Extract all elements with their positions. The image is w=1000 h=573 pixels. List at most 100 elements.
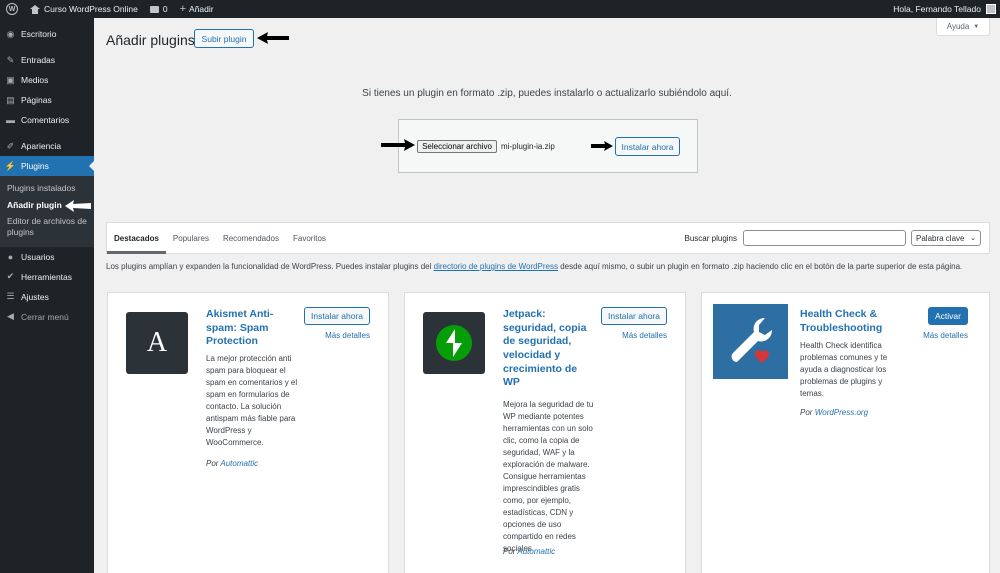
jetpack-bolt-icon <box>436 325 472 361</box>
akismet-logo-letter: A <box>146 327 168 358</box>
search-area: Buscar plugins Palabra clave ⌄ <box>685 230 989 246</box>
greeting: Hola, Fernando Tellado <box>893 4 981 14</box>
collapse-menu-button[interactable]: ◀ Cerrar menú <box>0 307 94 327</box>
plugin-author: Por Automattic <box>503 547 555 556</box>
sidebar-item-usuarios[interactable]: ● Usuarios <box>0 247 94 267</box>
plugin-icon: ⚡ <box>4 160 17 171</box>
collapse-icon: ◀ <box>7 311 14 321</box>
page-title: Añadir plugins <box>106 32 195 48</box>
intro-text: Los plugins amplían y expanden la funcio… <box>106 261 986 273</box>
more-details-link[interactable]: Más detalles <box>325 331 370 340</box>
plugin-description: Mejora la seguridad de tu WP mediante po… <box>503 400 594 553</box>
sidebar-item-medios[interactable]: ▣ Medios <box>0 70 94 90</box>
plugin-name[interactable]: Jetpack: seguridad, copia de seguridad, … <box>503 308 593 390</box>
akismet-logo-icon: A <box>126 312 188 374</box>
admin-bar: W Curso WordPress Online 0 + Añadir Hola,… <box>0 0 1000 18</box>
submenu-item-editor[interactable]: Editor de archivos de plugins <box>0 213 94 240</box>
settings-icon: ☰ <box>6 291 15 301</box>
plugin-card-jetpack: Jetpack: seguridad, copia de seguridad, … <box>404 292 686 573</box>
sidebar-item-label: Entradas <box>21 55 56 65</box>
upload-plugin-button[interactable]: Subir plugin <box>194 29 254 48</box>
upload-instructions: Si tienes un plugin en formato .zip, pue… <box>362 88 732 99</box>
wp-logo-menu[interactable]: W <box>0 0 24 18</box>
more-details-link[interactable]: Más detalles <box>923 331 968 340</box>
main-content: Añadir plugins Subir plugin Ayuda ▼ Si ti… <box>94 18 1000 573</box>
activate-button[interactable]: Activar <box>928 307 968 325</box>
home-icon <box>30 4 40 14</box>
site-name-link[interactable]: Curso WordPress Online <box>24 0 144 18</box>
search-input[interactable] <box>743 230 906 246</box>
annotation-arrow-file <box>381 139 415 151</box>
author-link[interactable]: Automattic <box>517 547 555 556</box>
tab-destacados[interactable]: Destacados <box>107 222 166 254</box>
wrench-heart-icon <box>731 317 772 363</box>
sidebar-item-label: Páginas <box>21 95 52 105</box>
plugin-directory-link[interactable]: directorio de plugins de WordPress <box>434 262 558 271</box>
plugin-description: Health Check identifica problemas comune… <box>800 341 888 398</box>
search-type-value: Palabra clave <box>916 233 965 243</box>
plugin-name[interactable]: Akismet Anti-spam: Spam Protection <box>206 308 296 349</box>
intro-after: desde aquí mismo, o subir un plugin en f… <box>557 262 963 271</box>
health-check-logo-icon <box>713 304 788 379</box>
author-link[interactable]: Automattic <box>220 459 258 468</box>
plus-icon: + <box>179 2 187 15</box>
site-name: Curso WordPress Online <box>44 4 138 14</box>
plugin-filter-bar: Destacados Populares Recomendados Favori… <box>106 222 990 254</box>
admin-sidebar: ◉ Escritorio ✎ Entradas ▣ Medios ▤ Páginas ▬… <box>0 18 94 573</box>
sidebar-item-entradas[interactable]: ✎ Entradas <box>0 50 94 70</box>
my-account[interactable]: Hola, Fernando Tellado <box>893 4 1000 14</box>
author-prefix: Por <box>206 459 219 468</box>
brush-icon: ✐ <box>6 140 15 151</box>
new-content-link[interactable]: + Añadir <box>174 0 220 18</box>
media-icon: ▣ <box>6 74 15 85</box>
sidebar-item-label: Apariencia <box>21 141 62 151</box>
sidebar-item-label: Comentarios <box>21 115 70 125</box>
install-now-button[interactable]: Instalar ahora <box>304 307 370 325</box>
chevron-down-icon: ⌄ <box>970 235 976 242</box>
plugin-card-akismet: A Akismet Anti-spam: Spam Protection La … <box>107 292 389 573</box>
tab-populares[interactable]: Populares <box>166 222 216 254</box>
annotation-arrow-install <box>591 141 613 151</box>
author-prefix: Por <box>503 547 516 556</box>
choose-file-button[interactable]: Seleccionar archivo <box>417 140 497 153</box>
comments-link[interactable]: 0 <box>144 0 174 18</box>
plugin-name[interactable]: Health Check & Troubleshooting <box>800 308 890 335</box>
comment-bubble-icon <box>149 5 159 13</box>
sidebar-item-label: Escritorio <box>21 29 57 39</box>
plugin-description: La mejor protección anti spam para bloqu… <box>206 354 298 447</box>
sidebar-item-escritorio[interactable]: ◉ Escritorio <box>0 24 94 44</box>
upload-form: Seleccionar archivo mi-plugin-ia.zip Ins… <box>398 119 698 173</box>
selected-file-name: mi-plugin-ia.zip <box>501 142 555 151</box>
plugin-author: Por Automattic <box>206 459 258 468</box>
sidebar-item-label: Usuarios <box>21 251 55 262</box>
new-label: Añadir <box>189 4 214 14</box>
install-now-button[interactable]: Instalar ahora <box>601 307 667 325</box>
sidebar-item-comentarios[interactable]: ▬ Comentarios <box>0 110 94 130</box>
jetpack-logo-icon <box>423 312 485 374</box>
sidebar-item-apariencia[interactable]: ✐ Apariencia <box>0 136 94 156</box>
submenu-item-installed[interactable]: Plugins instalados <box>0 180 94 197</box>
avatar <box>986 4 996 14</box>
tab-recomendados[interactable]: Recomendados <box>216 222 286 254</box>
sidebar-item-label: Medios <box>21 75 49 85</box>
intro-before: Los plugins amplían y expanden la funcio… <box>106 262 434 271</box>
author-prefix: Por <box>800 408 813 417</box>
dashboard-icon: ◉ <box>6 28 15 39</box>
help-button[interactable]: Ayuda ▼ <box>936 18 990 36</box>
sidebar-item-plugins[interactable]: ⚡ Plugins <box>0 156 94 176</box>
comment-icon: ▬ <box>6 115 15 125</box>
sidebar-item-paginas[interactable]: ▤ Páginas <box>0 90 94 110</box>
pin-icon: ✎ <box>6 54 15 65</box>
plugin-author: Por WordPress.org <box>800 408 868 417</box>
install-now-button[interactable]: Instalar ahora <box>615 137 680 156</box>
sidebar-item-ajustes[interactable]: ☰ Ajustes <box>0 287 94 307</box>
tab-favoritos[interactable]: Favoritos <box>286 222 333 254</box>
sidebar-item-label: Ajustes <box>21 291 49 302</box>
comments-count: 0 <box>162 4 168 14</box>
caret-down-icon: ▼ <box>973 23 980 30</box>
author-link[interactable]: WordPress.org <box>815 408 868 417</box>
sidebar-item-label: Herramientas <box>21 271 73 282</box>
sidebar-item-herramientas[interactable]: ✔ Herramientas <box>0 267 94 287</box>
more-details-link[interactable]: Más detalles <box>622 331 667 340</box>
search-type-select[interactable]: Palabra clave ⌄ <box>911 230 981 246</box>
